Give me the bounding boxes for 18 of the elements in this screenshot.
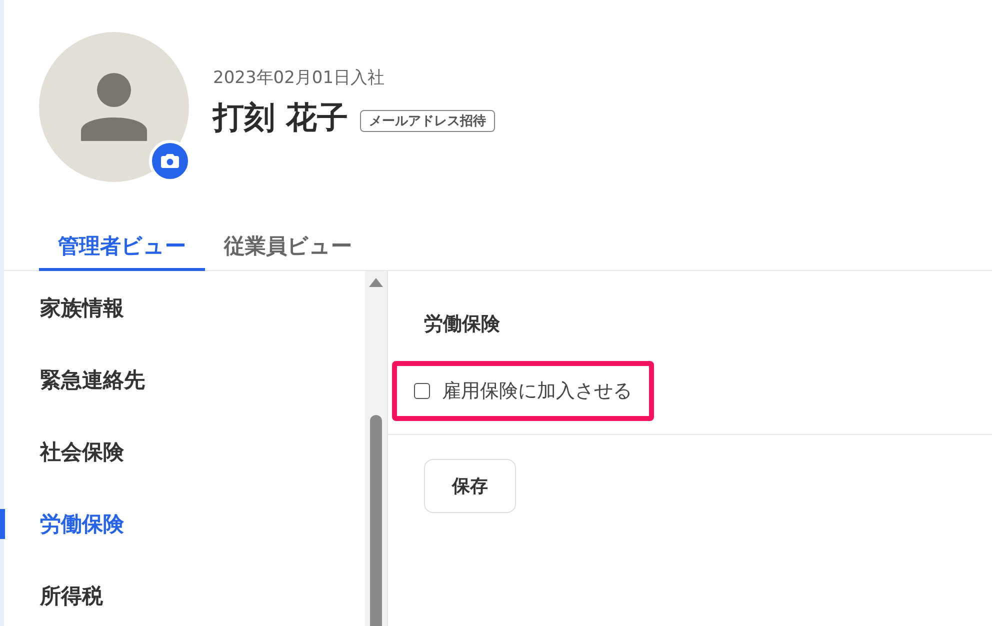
camera-icon — [161, 153, 179, 169]
sidebar-item[interactable]: 緊急連絡先 — [0, 365, 365, 395]
save-button[interactable]: 保存 — [424, 459, 516, 513]
scroll-thumb[interactable] — [370, 415, 382, 626]
invite-badge: メールアドレス招待 — [360, 110, 495, 132]
sidebar-item[interactable]: 社会保険 — [0, 437, 365, 467]
checkbox-label[interactable]: 雇用保険に加入させる — [442, 378, 632, 404]
sidebar-item[interactable]: 家族情報 — [0, 293, 365, 323]
scroll-up-icon[interactable] — [369, 277, 383, 287]
view-tab[interactable]: 管理者ビュー — [39, 232, 205, 271]
scrollbar[interactable] — [365, 271, 387, 626]
view-tab[interactable]: 従業員ビュー — [205, 232, 371, 271]
checkbox[interactable] — [414, 383, 430, 399]
section-title: 労働保険 — [424, 312, 501, 337]
employee-name: 打刻 花子 — [213, 99, 348, 138]
join-date: 2023年02月01日入社 — [213, 67, 386, 89]
sidebar-item[interactable]: 所得税 — [0, 581, 365, 611]
person-icon — [79, 73, 149, 141]
